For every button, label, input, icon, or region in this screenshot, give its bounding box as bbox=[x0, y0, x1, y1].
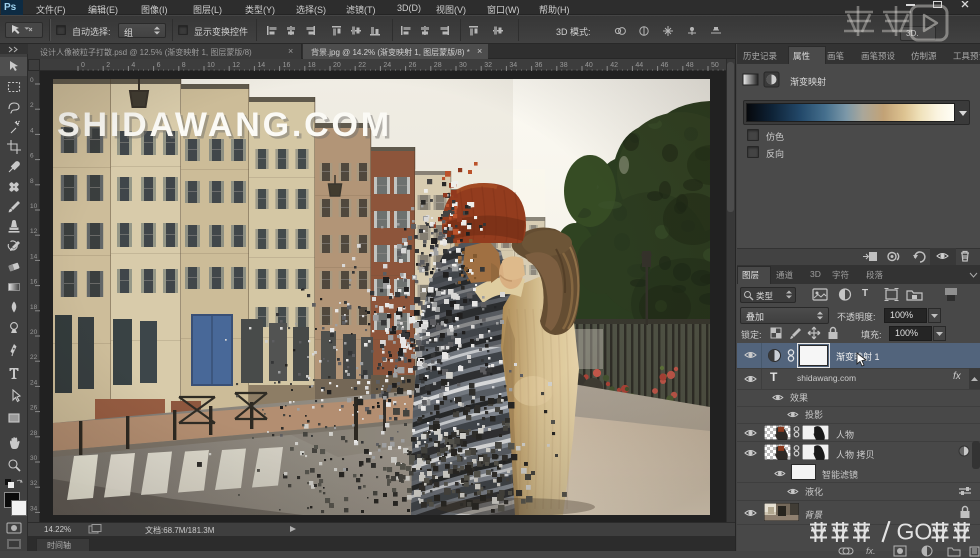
svg-text:4: 4 bbox=[30, 127, 34, 134]
svg-text:14: 14 bbox=[257, 62, 265, 69]
svg-text:48: 48 bbox=[686, 62, 694, 69]
svg-text:20: 20 bbox=[30, 329, 38, 336]
svg-text:24: 24 bbox=[383, 62, 391, 69]
svg-text:30: 30 bbox=[459, 62, 467, 69]
svg-text:32: 32 bbox=[484, 62, 492, 69]
svg-text:6: 6 bbox=[30, 153, 34, 160]
svg-text:30: 30 bbox=[30, 455, 38, 462]
svg-text:28: 28 bbox=[30, 430, 38, 437]
svg-text:34: 34 bbox=[509, 62, 517, 69]
svg-text:16: 16 bbox=[30, 279, 38, 286]
svg-text:14: 14 bbox=[30, 253, 38, 260]
svg-text:28: 28 bbox=[434, 62, 442, 69]
svg-text:44: 44 bbox=[635, 62, 643, 69]
svg-text:34: 34 bbox=[30, 505, 38, 512]
svg-text:26: 26 bbox=[30, 405, 38, 412]
svg-text:18: 18 bbox=[30, 304, 38, 311]
svg-text:12: 12 bbox=[30, 228, 38, 235]
svg-text:0: 0 bbox=[30, 77, 34, 84]
svg-text:4: 4 bbox=[131, 62, 135, 69]
svg-text:22: 22 bbox=[358, 62, 366, 69]
svg-text:38: 38 bbox=[560, 62, 568, 69]
svg-text:8: 8 bbox=[182, 62, 186, 69]
svg-text:fx.: fx. bbox=[866, 546, 876, 556]
svg-text:6: 6 bbox=[157, 62, 161, 69]
svg-text:32: 32 bbox=[30, 480, 38, 487]
svg-text:46: 46 bbox=[661, 62, 669, 69]
svg-text:20: 20 bbox=[333, 62, 341, 69]
svg-text:0: 0 bbox=[81, 62, 85, 69]
svg-text:22: 22 bbox=[30, 354, 38, 361]
svg-text:10: 10 bbox=[30, 203, 38, 210]
svg-text:16: 16 bbox=[283, 62, 291, 69]
svg-text:36: 36 bbox=[535, 62, 543, 69]
svg-text:10: 10 bbox=[207, 62, 215, 69]
svg-text:12: 12 bbox=[232, 62, 240, 69]
svg-text:2: 2 bbox=[30, 102, 34, 109]
svg-text:26: 26 bbox=[409, 62, 417, 69]
svg-text:50: 50 bbox=[711, 62, 719, 69]
svg-text:42: 42 bbox=[610, 62, 618, 69]
svg-text:8: 8 bbox=[30, 178, 34, 185]
svg-text:18: 18 bbox=[308, 62, 316, 69]
svg-text:40: 40 bbox=[585, 62, 593, 69]
svg-text:24: 24 bbox=[30, 379, 38, 386]
svg-text:2: 2 bbox=[106, 62, 110, 69]
svg-text:GO: GO bbox=[897, 521, 933, 544]
